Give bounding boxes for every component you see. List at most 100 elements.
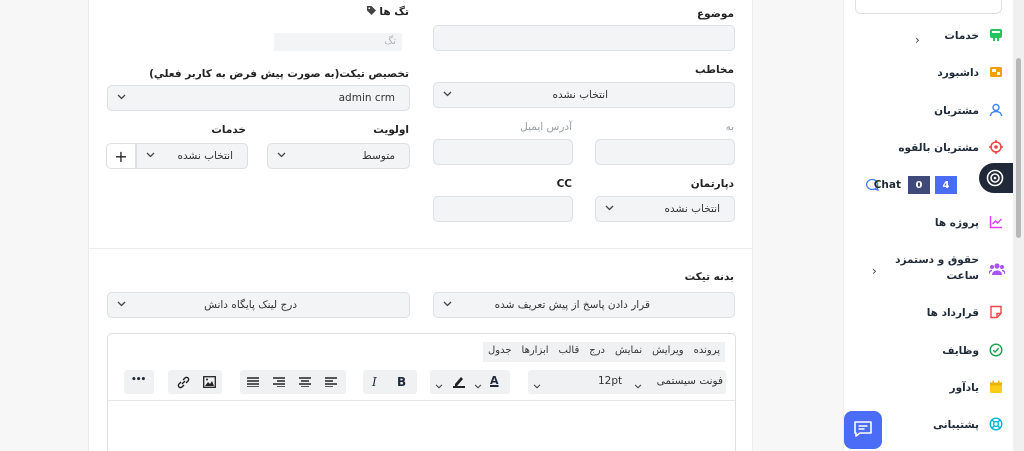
editor-menubar: پرونده ویرایش نمایش درج قالب ابزارها جدو… [482, 342, 725, 362]
sidebar-item-label: داشبورد [937, 67, 979, 79]
target-icon [989, 140, 1005, 156]
people-icon [988, 262, 1006, 278]
align-justify-icon[interactable] [240, 370, 266, 394]
sidebar-item-label: حقوق و دستمزد [895, 254, 979, 266]
assign-value: admin crm [338, 92, 395, 104]
chat-floating-button[interactable] [844, 411, 882, 449]
priority-label: اولویت [373, 124, 409, 136]
to-label: به [725, 121, 734, 133]
scrollbar-thumb[interactable] [1016, 58, 1021, 238]
sidebar-item-arrow: › [872, 264, 877, 278]
chevron-down-icon [146, 152, 155, 158]
sidebar-item-tasks[interactable]: وظایف [843, 341, 1013, 363]
to-input[interactable] [595, 139, 735, 165]
chevron-down-icon [474, 379, 482, 392]
sidebar-item-label: Chat [873, 179, 901, 191]
sidebar-item-payroll[interactable]: حقوق و دستمزد ساعت › [843, 254, 1013, 284]
sidebar-item-contracts[interactable]: قرارداد ها [843, 303, 1013, 325]
email-input[interactable] [433, 139, 573, 165]
priority-select[interactable]: متوسط [267, 143, 410, 169]
department-value: انتخاب نشده [664, 203, 720, 215]
sidebar-item-services[interactable]: خدمات › [843, 26, 1013, 48]
add-service-button[interactable]: + [106, 143, 136, 169]
chevron-down-icon [277, 152, 286, 158]
contract-icon [989, 305, 1005, 321]
subject-input[interactable] [433, 25, 735, 51]
contact-label: مخاطب [694, 64, 734, 76]
cc-label: CC [556, 178, 572, 190]
sidebar-item-leads[interactable]: مشتریان بالقوه [843, 138, 1013, 160]
chevron-down-icon [605, 205, 614, 211]
sidebar-item-reminders[interactable]: یادآور [843, 378, 1013, 400]
chevron-down-icon [117, 301, 126, 307]
image-icon[interactable] [196, 370, 222, 394]
align-right-icon[interactable] [266, 370, 292, 394]
contact-select[interactable]: انتخاب نشده [433, 82, 735, 108]
sidebar-item-label: مشتریان بالقوه [898, 142, 979, 154]
department-select[interactable]: انتخاب نشده [595, 196, 735, 222]
department-label: دپارتمان [690, 178, 734, 190]
user-icon [989, 103, 1005, 119]
menu-insert[interactable]: درج [584, 342, 610, 362]
sidebar-item-arrow: › [915, 33, 920, 47]
target-ring-icon [986, 169, 1004, 190]
services-icon [989, 28, 1005, 44]
chevron-down-icon [117, 94, 126, 100]
services-value: انتخاب نشده [177, 150, 233, 162]
editor-toolbar-divider [108, 400, 735, 401]
sidebar-item-label: پروژه ها [934, 217, 979, 229]
font-size-value[interactable]: 12pt [598, 375, 622, 387]
lifebuoy-icon [989, 417, 1005, 433]
chat-badge-dark[interactable]: 0 [908, 176, 930, 194]
chat-badge-blue[interactable]: 4 [935, 176, 957, 194]
email-label: آدرس ایمیل [520, 121, 572, 133]
menu-tools[interactable]: ابزارها [517, 342, 554, 362]
sidebar-search-input[interactable] [855, 0, 1002, 14]
menu-file[interactable]: پرونده [689, 342, 725, 362]
sidebar-item-label: وظایف [942, 345, 979, 357]
predefined-reply-select[interactable]: قرار دادن پاسخ از پیش تعریف شده [433, 292, 735, 318]
rich-text-editor[interactable]: پرونده ویرایش نمایش درج قالب ابزارها جدو… [107, 333, 736, 451]
italic-button[interactable]: I [372, 375, 377, 389]
priority-value: متوسط [362, 150, 395, 162]
sidebar-item-label: پشتیبانی [933, 419, 979, 431]
highlight-color-icon[interactable] [452, 374, 466, 391]
assign-select[interactable]: admin crm [107, 85, 410, 111]
menu-edit[interactable]: ویرایش [647, 342, 688, 362]
sidebar-item-label: مشتریان [934, 105, 979, 117]
contact-value: انتخاب نشده [552, 89, 608, 101]
page-scrollbar[interactable] [1013, 0, 1024, 451]
sidebar-item-label: یادآور [949, 382, 979, 394]
calendar-icon [989, 380, 1005, 396]
tags-label: تگ ها [366, 6, 409, 18]
cc-input[interactable] [433, 196, 573, 222]
menu-format[interactable]: قالب [554, 342, 585, 362]
ticket-form-card: تگ ها تگ موضوع تخصیص تیکت(به صورت پیش فر… [88, 0, 753, 451]
chevron-down-icon [443, 301, 452, 307]
floating-widget-button[interactable] [979, 163, 1013, 193]
sidebar-item-projects[interactable]: پروژه ها [843, 213, 1013, 235]
text-color-button[interactable]: A [490, 374, 499, 387]
body-label: بدنه تیکت [684, 271, 734, 283]
menu-view[interactable]: نمایش [610, 342, 647, 362]
align-left-icon[interactable] [318, 370, 344, 394]
kb-link-select[interactable]: درج لینک پایگاه دانش [107, 292, 410, 318]
bold-button[interactable]: B [397, 375, 406, 389]
sidebar: خدمات › داشبورد مشتریان مشتریان بالقوه C… [843, 0, 1013, 451]
chevron-down-icon [443, 91, 452, 97]
link-icon[interactable] [170, 370, 196, 394]
chevron-down-icon [435, 379, 443, 392]
sidebar-item-dashboard[interactable]: داشبورد [843, 63, 1013, 85]
more-options-button[interactable]: ••• [131, 375, 146, 385]
services-select[interactable]: انتخاب نشده [136, 143, 248, 169]
sidebar-item-customers[interactable]: مشتریان [843, 101, 1013, 123]
chevron-down-icon [634, 379, 642, 392]
tags-input[interactable]: تگ [274, 33, 402, 51]
menu-table[interactable]: جدول [483, 342, 517, 362]
tags-placeholder: تگ [384, 36, 396, 47]
subject-label: موضوع [697, 8, 734, 20]
align-center-icon[interactable] [292, 370, 318, 394]
font-family-value: فونت سیستمی [656, 375, 723, 387]
tag-icon [366, 6, 376, 18]
assign-label: تخصیص تیکت(به صورت پیش فرض به کاربر فعلي… [149, 68, 409, 80]
